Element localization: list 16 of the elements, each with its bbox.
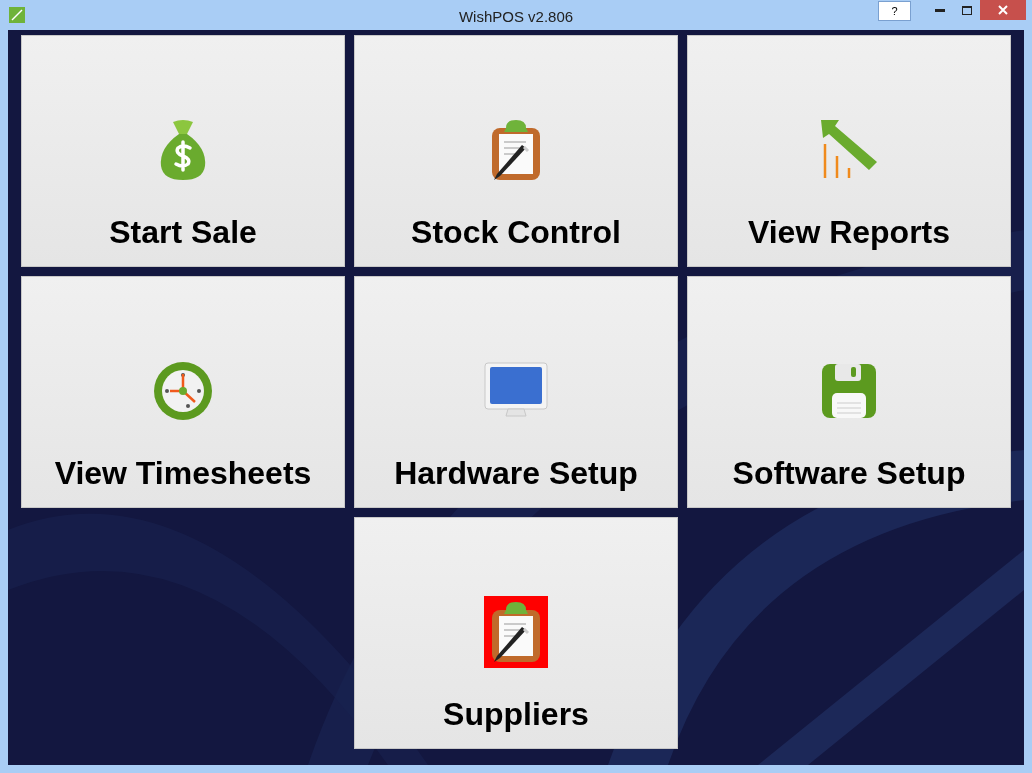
menu-tile[interactable]: Stock Control [354,35,678,267]
menu-tile[interactable]: Suppliers [354,517,678,749]
app-icon [9,7,25,23]
menu-tile[interactable]: Hardware Setup [354,276,678,508]
help-button[interactable]: ? [878,1,911,21]
clock-icon [152,360,214,422]
close-button[interactable] [980,0,1026,20]
menu-tile[interactable]: Start Sale [21,35,345,267]
menu-tile[interactable]: Software Setup [687,276,1011,508]
maximize-icon [961,5,972,15]
minimize-icon [934,8,945,12]
window-title: WishPOS v2.806 [458,7,574,27]
menu-tile[interactable]: View Timesheets [21,276,345,508]
menu-tile[interactable]: View Reports [687,35,1011,267]
monitor-icon [484,362,548,420]
close-icon [998,5,1008,15]
